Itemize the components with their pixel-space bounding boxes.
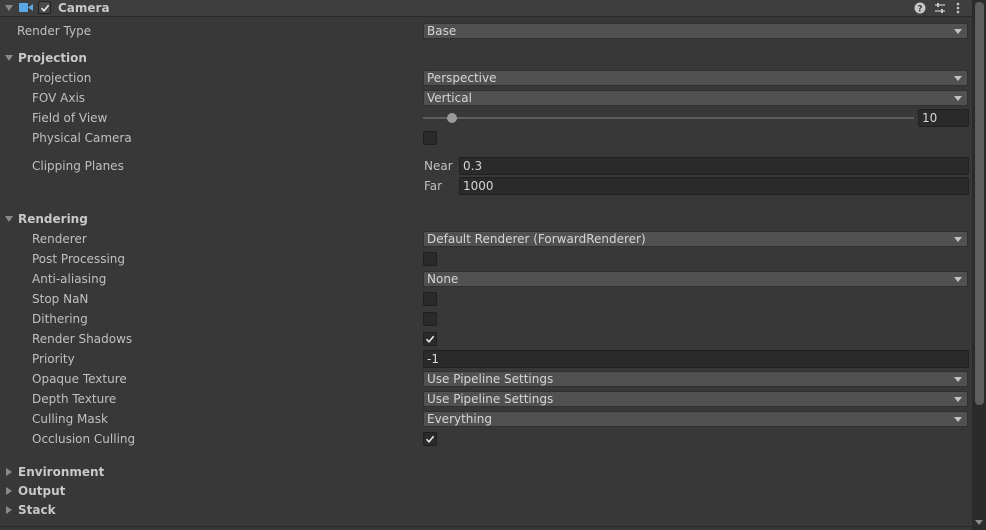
post-processing-checkbox[interactable] — [423, 252, 437, 266]
svg-text:?: ? — [917, 4, 922, 14]
depth-texture-dropdown[interactable]: Use Pipeline Settings — [423, 391, 968, 407]
chevron-down-icon — [954, 397, 962, 402]
field-of-view-value: 10 — [922, 111, 938, 125]
component-foldout-icon[interactable] — [5, 5, 13, 11]
stack-foldout-icon[interactable] — [6, 506, 12, 514]
renderer-label: Renderer — [32, 232, 87, 246]
field-of-view-input[interactable]: 10 — [918, 109, 969, 127]
checkmark-icon — [425, 435, 435, 444]
camera-icon — [19, 2, 33, 16]
chevron-down-icon — [954, 277, 962, 282]
fov-axis-label: FOV Axis — [32, 91, 86, 105]
environment-foldout-icon[interactable] — [6, 468, 12, 476]
fov-axis-dropdown[interactable]: Vertical — [423, 90, 968, 106]
priority-input[interactable]: -1 — [423, 350, 969, 368]
chevron-down-icon — [954, 377, 962, 382]
render-type-dropdown[interactable]: Base — [423, 23, 968, 39]
chevron-down-icon — [954, 237, 962, 242]
render-shadows-label: Render Shadows — [32, 332, 133, 346]
render-type-label: Render Type — [17, 24, 92, 38]
post-processing-label: Post Processing — [32, 252, 125, 266]
priority-label: Priority — [32, 352, 75, 366]
priority-value: -1 — [427, 352, 439, 366]
more-icon[interactable] — [955, 2, 961, 17]
presets-icon[interactable] — [934, 2, 946, 17]
projection-dropdown[interactable]: Perspective — [423, 70, 968, 86]
field-of-view-label: Field of View — [32, 111, 108, 125]
output-section-title[interactable]: Output — [18, 484, 65, 498]
clipping-near-input[interactable]: 0.3 — [459, 157, 969, 175]
projection-section-title[interactable]: Projection — [18, 51, 87, 65]
opaque-texture-dropdown[interactable]: Use Pipeline Settings — [423, 371, 968, 387]
clipping-near-value: 0.3 — [463, 159, 483, 173]
checkmark-icon — [425, 335, 435, 344]
occlusion-culling-checkbox[interactable] — [423, 432, 437, 446]
fov-axis-value: Vertical — [427, 91, 472, 105]
opaque-texture-label: Opaque Texture — [32, 372, 127, 386]
projection-foldout-icon[interactable] — [5, 55, 13, 61]
render-type-value: Base — [427, 24, 457, 38]
physical-camera-label: Physical Camera — [32, 131, 132, 145]
projection-value: Perspective — [427, 71, 497, 85]
chevron-down-icon — [954, 96, 962, 101]
output-foldout-icon[interactable] — [6, 487, 12, 495]
chevron-down-icon — [954, 76, 962, 81]
clipping-near-label: Near — [424, 159, 453, 173]
occlusion-culling-label: Occlusion Culling — [32, 432, 136, 446]
stop-nan-checkbox[interactable] — [423, 292, 437, 306]
render-shadows-checkbox[interactable] — [423, 332, 437, 346]
depth-texture-value: Use Pipeline Settings — [427, 392, 554, 406]
bottom-divider — [0, 526, 972, 527]
dithering-checkbox[interactable] — [423, 312, 437, 326]
dithering-label: Dithering — [32, 312, 88, 326]
anti-aliasing-dropdown[interactable]: None — [423, 271, 968, 287]
chevron-down-icon — [954, 417, 962, 422]
scroll-down-arrow-icon[interactable] — [975, 520, 983, 525]
component-header[interactable]: Camera ? — [0, 0, 972, 17]
opaque-texture-value: Use Pipeline Settings — [427, 372, 554, 386]
help-icon[interactable]: ? — [914, 2, 926, 17]
clipping-far-label: Far — [424, 179, 443, 193]
clipping-planes-label: Clipping Planes — [32, 159, 124, 173]
clipping-far-value: 1000 — [463, 179, 494, 193]
physical-camera-checkbox[interactable] — [423, 131, 437, 145]
environment-section-title[interactable]: Environment — [18, 465, 104, 479]
renderer-value: Default Renderer (ForwardRenderer) — [427, 232, 646, 246]
clipping-far-input[interactable]: 1000 — [459, 177, 969, 195]
field-of-view-slider-handle[interactable] — [447, 113, 458, 123]
culling-mask-dropdown[interactable]: Everything — [423, 411, 968, 427]
stack-section-title[interactable]: Stack — [18, 503, 56, 517]
rendering-foldout-icon[interactable] — [5, 216, 13, 222]
anti-aliasing-value: None — [427, 272, 459, 286]
culling-mask-label: Culling Mask — [32, 412, 108, 426]
component-title: Camera — [58, 1, 110, 15]
stop-nan-label: Stop NaN — [32, 292, 89, 306]
projection-label: Projection — [32, 71, 92, 85]
field-of-view-slider-track[interactable] — [423, 117, 914, 119]
depth-texture-label: Depth Texture — [32, 392, 117, 406]
scrollbar-thumb[interactable] — [975, 2, 984, 405]
rendering-section-title[interactable]: Rendering — [18, 212, 88, 226]
chevron-down-icon — [954, 29, 962, 34]
anti-aliasing-label: Anti-aliasing — [32, 272, 107, 286]
renderer-dropdown[interactable]: Default Renderer (ForwardRenderer) — [423, 231, 968, 247]
culling-mask-value: Everything — [427, 412, 492, 426]
component-enabled-checkbox[interactable] — [38, 1, 51, 14]
